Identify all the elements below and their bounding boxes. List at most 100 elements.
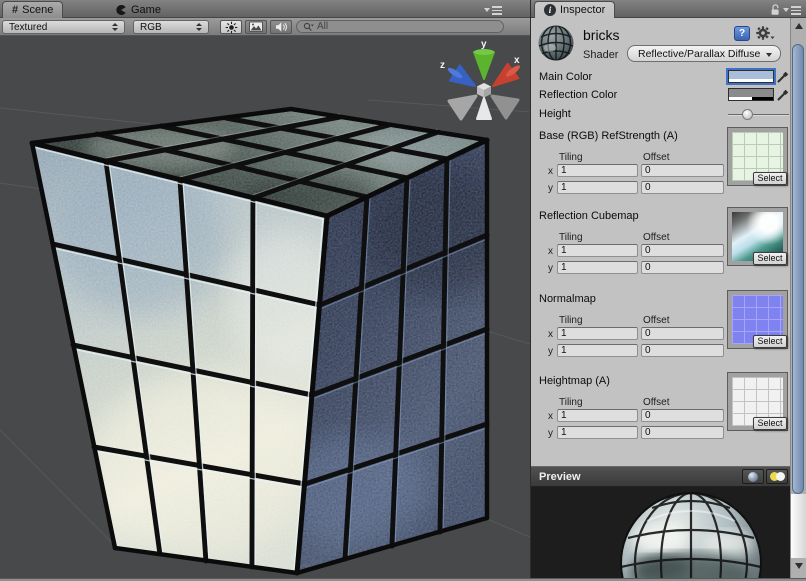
y-axis-label: y	[548, 428, 553, 439]
main-color-label: Main Color	[539, 71, 592, 83]
inspector-tabbar: i Inspector	[531, 0, 806, 18]
tiling-y-input[interactable]	[557, 426, 638, 439]
color-mode-value: RGB	[140, 22, 190, 33]
inspector-scrollbar[interactable]	[790, 18, 806, 578]
material-preview-thumbnail	[537, 24, 575, 62]
scrollbar-track[interactable]	[791, 494, 806, 558]
preview-area[interactable]	[531, 487, 790, 578]
tiling-header: Tiling	[559, 315, 583, 326]
scene-lighting-toggle[interactable]	[220, 20, 242, 34]
scene-viewport[interactable]: y x z	[0, 0, 530, 581]
offset-x-input[interactable]	[641, 409, 724, 422]
axis-x-label: x	[514, 55, 520, 66]
offset-y-input[interactable]	[641, 426, 724, 439]
tiling-y-input[interactable]	[557, 344, 638, 357]
eyedropper-icon[interactable]	[776, 70, 790, 84]
y-axis-label: y	[548, 263, 553, 274]
render-mode-dropdown[interactable]: Textured	[2, 20, 125, 34]
scene-search-field[interactable]: All	[296, 20, 504, 33]
offset-header: Offset	[643, 397, 670, 408]
y-axis-label: y	[548, 183, 553, 194]
texture-property-label: Reflection Cubemap	[539, 210, 639, 222]
tab-game[interactable]: Game	[106, 1, 170, 18]
game-icon	[115, 4, 127, 16]
tiling-y-input[interactable]	[557, 181, 638, 194]
select-button[interactable]: Select	[753, 335, 787, 348]
x-axis-label: x	[548, 166, 553, 177]
scrollbar-thumb[interactable]	[792, 44, 804, 494]
shader-label: Shader	[583, 49, 618, 61]
grid-icon: #	[12, 4, 18, 16]
y-axis-label: y	[548, 346, 553, 357]
eyedropper-icon[interactable]	[776, 88, 790, 102]
tiling-y-input[interactable]	[557, 261, 638, 274]
tiling-x-input[interactable]	[557, 164, 638, 177]
offset-y-input[interactable]	[641, 344, 724, 357]
info-icon: i	[544, 4, 556, 16]
scroll-up-icon[interactable]	[791, 18, 806, 34]
preview-title: Preview	[539, 471, 581, 483]
unity-editor-window: y x z # Scene Game Texture	[0, 0, 806, 581]
height-label: Height	[539, 108, 571, 120]
tiling-x-input[interactable]	[557, 244, 638, 257]
speaker-icon	[275, 21, 288, 33]
reflection-color-swatch[interactable]	[728, 88, 774, 101]
scene-panel: y x z # Scene Game Texture	[0, 0, 530, 581]
offset-y-input[interactable]	[641, 261, 724, 274]
texture-property-label: Base (RGB) RefStrength (A)	[539, 130, 678, 142]
scene-panel-menu-icon[interactable]	[484, 6, 502, 15]
shader-dropdown[interactable]: Reflective/Parallax Diffuse	[627, 45, 781, 62]
tiling-x-input[interactable]	[557, 327, 638, 340]
offset-x-input[interactable]	[641, 327, 724, 340]
select-button[interactable]: Select	[753, 172, 787, 185]
texture-section-base: Base (RGB) RefStrength (A) Tiling Offset…	[531, 130, 790, 210]
render-mode-value: Textured	[9, 22, 106, 33]
inspector-panel: i Inspector	[530, 0, 806, 581]
texture-property-label: Heightmap (A)	[539, 375, 610, 387]
scene-toolbar: Textured RGB	[0, 18, 530, 36]
texture-section-heightmap: Heightmap (A) Tiling Offset x y Select	[531, 375, 790, 455]
x-axis-label: x	[548, 411, 553, 422]
preview-lighting-button[interactable]	[766, 469, 788, 484]
sphere-icon	[748, 472, 758, 482]
preview-material-sphere	[531, 487, 790, 578]
dropdown-arrows-icon	[112, 23, 118, 31]
offset-header: Offset	[643, 315, 670, 326]
height-slider[interactable]	[728, 108, 789, 121]
help-icon[interactable]: ?	[734, 26, 750, 41]
preview-sphere-button[interactable]	[742, 469, 764, 484]
scene-skybox-toggle[interactable]	[245, 20, 267, 34]
tab-scene-label: Scene	[22, 4, 53, 16]
tiling-x-input[interactable]	[557, 409, 638, 422]
x-axis-label: x	[548, 329, 553, 340]
texture-section-normalmap: Normalmap Tiling Offset x y Select	[531, 293, 790, 373]
slider-handle[interactable]	[742, 109, 753, 120]
offset-x-input[interactable]	[641, 244, 724, 257]
gear-icon[interactable]	[755, 25, 775, 41]
dropdown-arrows-icon	[196, 23, 202, 31]
lock-icon[interactable]	[770, 3, 781, 16]
image-icon	[249, 21, 263, 33]
select-button[interactable]: Select	[753, 252, 787, 265]
offset-header: Offset	[643, 152, 670, 163]
tab-scene[interactable]: # Scene	[2, 1, 63, 18]
search-icon	[303, 22, 314, 32]
scene-tabbar: # Scene Game	[0, 0, 530, 18]
scene-cube[interactable]	[32, 109, 515, 573]
sun-icon	[225, 21, 238, 34]
color-mode-dropdown[interactable]: RGB	[133, 20, 209, 34]
tiling-header: Tiling	[559, 232, 583, 243]
texture-property-label: Normalmap	[539, 293, 596, 305]
scene-audio-toggle[interactable]	[270, 20, 292, 34]
offset-x-input[interactable]	[641, 164, 724, 177]
offset-y-input[interactable]	[641, 181, 724, 194]
select-button[interactable]: Select	[753, 417, 787, 430]
offset-header: Offset	[643, 232, 670, 243]
scroll-down-icon[interactable]	[791, 558, 806, 574]
inspector-panel-menu-icon[interactable]	[783, 6, 801, 15]
tab-inspector[interactable]: i Inspector	[534, 1, 615, 18]
search-text: All	[317, 21, 328, 32]
reflection-color-label: Reflection Color	[539, 89, 617, 101]
tab-game-label: Game	[131, 4, 161, 16]
main-color-swatch[interactable]	[728, 70, 774, 83]
